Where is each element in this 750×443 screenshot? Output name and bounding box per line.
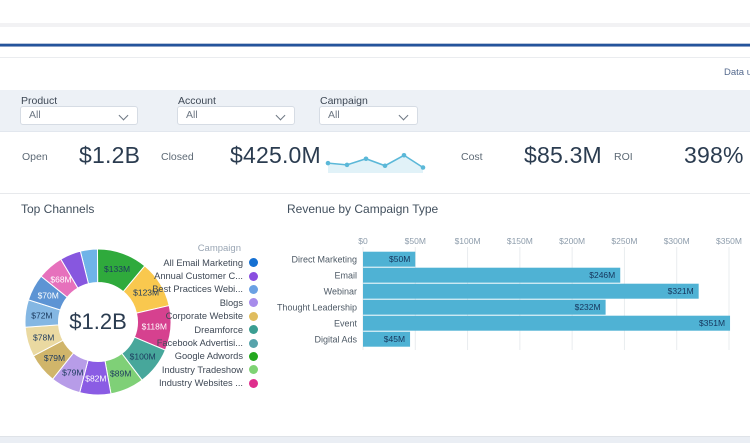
sparkline-point [383, 163, 388, 168]
donut-slice-label: $72M [31, 310, 52, 320]
sparkline-point [402, 153, 407, 158]
legend-color-dot [249, 352, 258, 361]
legend-item-label: Facebook Advertisi... [157, 338, 243, 348]
legend-item-label: Annual Customer C... [154, 271, 243, 281]
kpi-cost-value: $85.3M [524, 142, 602, 169]
kpi-section-divider [0, 193, 750, 194]
legend-color-dot [249, 379, 258, 388]
legend-item[interactable]: Google Adwords [118, 350, 258, 363]
x-tick-label: $100M [455, 236, 481, 246]
legend-item[interactable]: Annual Customer C... [118, 269, 258, 282]
bar[interactable] [363, 268, 620, 283]
legend-item-label: Industry Tradeshow [162, 365, 243, 375]
x-tick-label: $0 [358, 236, 368, 246]
legend-item-label: Blogs [220, 298, 243, 308]
legend-title: Campaign [118, 242, 258, 255]
legend-color-dot [249, 365, 258, 374]
legend-item-label: All Email Marketing [163, 258, 243, 268]
product-filter-select[interactable]: All [20, 106, 138, 125]
bar[interactable] [363, 300, 606, 315]
bar-category-label: Digital Ads [314, 335, 357, 345]
kpi-closed-value: $425.0M [230, 142, 321, 169]
kpi-open-label: Open [22, 151, 48, 163]
bar[interactable] [363, 284, 699, 299]
kpi-roi-value: 398% [684, 142, 744, 169]
legend-color-dot [249, 285, 258, 294]
data-updated-text: Data u [724, 67, 750, 78]
sparkline-point [364, 156, 369, 161]
legend-item[interactable]: Industry Websites ... [118, 377, 258, 390]
campaign-filter-value: All [328, 107, 340, 124]
top-channels-title: Top Channels [21, 202, 94, 216]
kpi-cost-label: Cost [461, 151, 483, 163]
donut-slice-label: $70M [38, 290, 59, 300]
product-filter-value: All [29, 107, 41, 124]
chevron-down-icon [276, 110, 286, 120]
legend-item[interactable]: Corporate Website [118, 310, 258, 323]
kpi-open-value: $1.2B [79, 142, 140, 169]
donut-slice-label: $79M [44, 353, 65, 363]
legend-item[interactable]: Facebook Advertisi... [118, 336, 258, 349]
x-tick-label: $150M [507, 236, 533, 246]
legend-item-label: Best Practices Webi... [152, 284, 243, 294]
bar-value-label: $232M [575, 302, 601, 312]
x-tick-label: $250M [611, 236, 637, 246]
legend-item[interactable]: Blogs [118, 296, 258, 309]
bar-value-label: $321M [668, 286, 694, 296]
x-tick-label: $50M [405, 236, 426, 246]
x-tick-label: $200M [559, 236, 585, 246]
header-divider [0, 43, 750, 47]
x-tick-label: $300M [664, 236, 690, 246]
bottom-status-strip [0, 436, 750, 443]
campaign-legend: Campaign All Email Marketing Annual Custo… [118, 242, 258, 390]
legend-item[interactable]: All Email Marketing [118, 256, 258, 269]
bar-category-label: Email [334, 271, 357, 281]
bar-category-label: Event [334, 319, 358, 329]
legend-color-dot [249, 339, 258, 348]
bar-value-label: $45M [384, 334, 405, 344]
donut-slice-label: $68M [50, 274, 71, 284]
legend-color-dot [249, 272, 258, 281]
legend-item-label: Industry Websites ... [159, 378, 243, 388]
bar[interactable] [363, 316, 730, 331]
kpi-closed-label: Closed [161, 151, 194, 163]
top-toolbar-strip [0, 23, 750, 27]
bar-value-label: $351M [699, 318, 725, 328]
legend-color-dot [249, 258, 258, 267]
subheader-divider [0, 57, 750, 58]
legend-item[interactable]: Best Practices Webi... [118, 283, 258, 296]
analytics-dashboard: Data u Product All Account All Campaign … [0, 0, 750, 443]
kpi-roi-label: ROI [614, 151, 633, 163]
legend-item-label: Corporate Website [166, 311, 243, 321]
legend-color-dot [249, 325, 258, 334]
filter-panel: Product All Account All Campaign All [0, 90, 750, 132]
x-tick-label: $350M [716, 236, 742, 246]
bar-chart: $0 $50M $100M $150M $200M $250M $300M $350M $50M… [270, 226, 750, 376]
legend-item-label: Dreamforce [194, 325, 243, 335]
bar-category-label: Thought Leadership [277, 303, 357, 313]
legend-item[interactable]: Industry Tradeshow [118, 363, 258, 376]
sparkline-point [345, 163, 350, 168]
account-filter-select[interactable]: All [177, 106, 295, 125]
legend-item[interactable]: Dreamforce [118, 323, 258, 336]
legend-color-dot [249, 312, 258, 321]
chevron-down-icon [119, 110, 129, 120]
legend-item-label: Google Adwords [175, 351, 243, 361]
bar-value-label: $50M [389, 254, 410, 264]
donut-slice-label: $82M [85, 373, 106, 383]
account-filter-value: All [186, 107, 198, 124]
trend-sparkline[interactable] [322, 142, 434, 182]
donut-slice-label: $79M [62, 368, 83, 378]
revenue-by-campaign-type-title: Revenue by Campaign Type [287, 202, 438, 216]
sparkline-point [326, 161, 331, 166]
bar-category-label: Direct Marketing [291, 255, 357, 265]
sparkline-point [421, 165, 426, 170]
campaign-filter-select[interactable]: All [319, 106, 418, 125]
bar-category-label: Webinar [324, 287, 357, 297]
chevron-down-icon [399, 110, 409, 120]
bar-value-label: $246M [589, 270, 615, 280]
donut-slice-label: $78M [33, 332, 54, 342]
legend-color-dot [249, 298, 258, 307]
